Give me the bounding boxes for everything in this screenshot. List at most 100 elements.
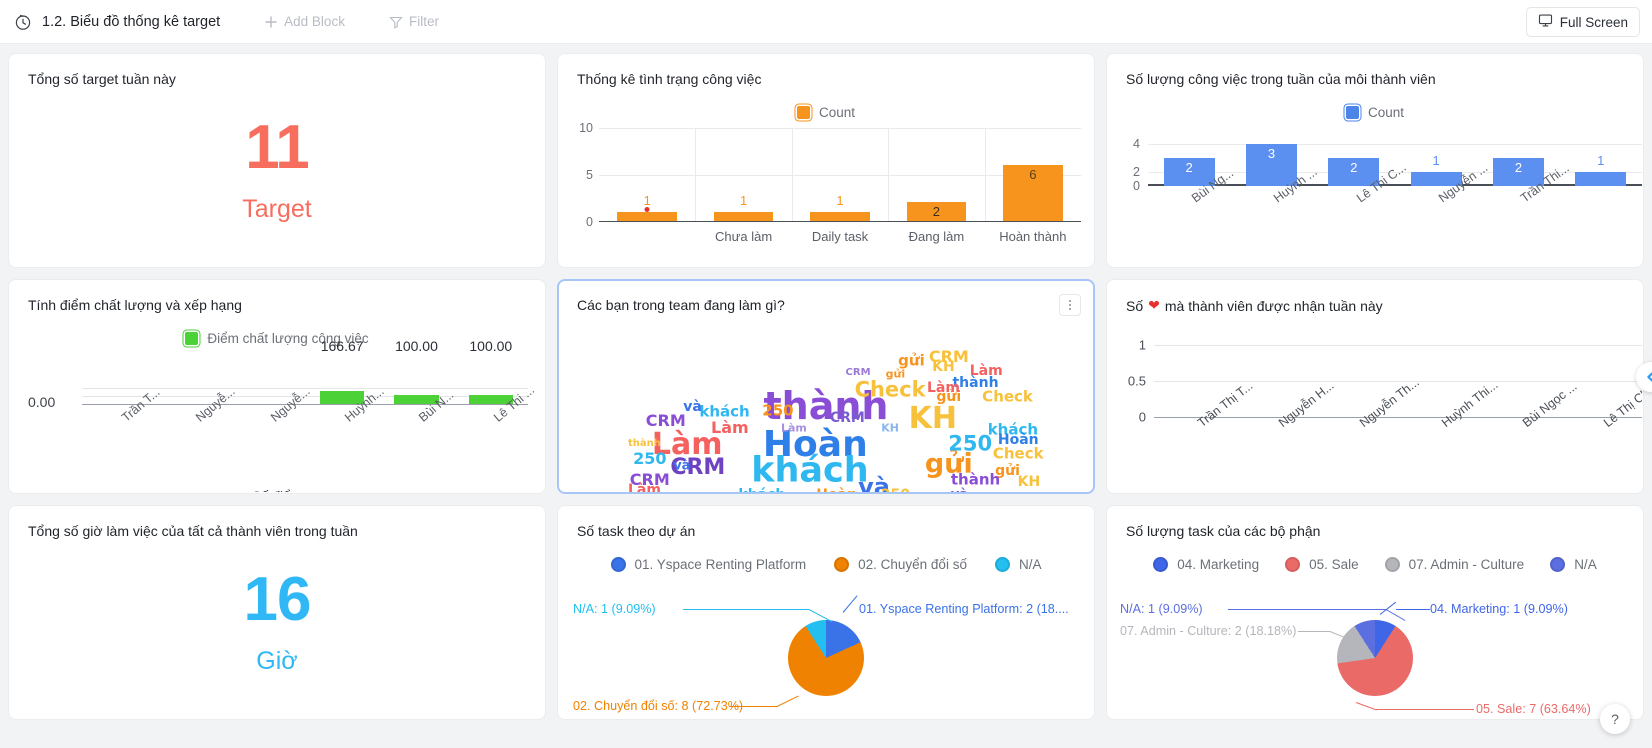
legend-item-dept-2[interactable]: 07. Admin - Culture [1384, 557, 1524, 572]
bar-chart-member-tasks: 0 2 4 2 3 2 1 2 1 Bùi Ng... Huỳnh ... Lê… [1108, 126, 1642, 266]
word-cloud-word-small[interactable]: gửi [886, 369, 905, 380]
word-cloud-word-small[interactable]: Làm [927, 381, 960, 395]
help-button[interactable]: ? [1600, 704, 1630, 734]
word-cloud-word-small[interactable]: 250 [762, 403, 793, 418]
word-cloud-word[interactable]: khách [751, 453, 868, 489]
pie-slices[interactable] [788, 620, 864, 696]
word-cloud-word[interactable]: Check [855, 379, 926, 400]
word-cloud-word-small[interactable]: thành [628, 438, 661, 449]
bar[interactable]: 2 [906, 202, 967, 221]
card-dept-tasks[interactable]: Số lượng task của các bộ phận 04. Market… [1107, 506, 1643, 719]
legend-item-dept-1[interactable]: 05. Sale [1285, 557, 1359, 572]
bar-column[interactable]: 2 [888, 128, 984, 221]
bar[interactable]: 1 [1575, 153, 1627, 186]
x-labels-member-tasks: Bùi Ng... Huỳnh ... Lê Thị C... Nguyễn .… [1148, 160, 1642, 266]
legend-dept-tasks: 04. Marketing 05. Sale 07. Admin - Cultu… [1108, 545, 1642, 572]
y-tick-2: 4 [1133, 137, 1140, 151]
bar-value: 100.00 [469, 338, 513, 354]
card-quality-score[interactable]: Tính điểm chất lượng và xếp hạng Điểm ch… [9, 280, 545, 493]
y-axis-task-status: 0 5 10 [559, 121, 599, 229]
x-label: Daily task [811, 229, 869, 244]
y-tick-0: 0.00 [28, 394, 56, 410]
x-labels-hearts: Trần Thị T... Nguyễn H... Nguyễn Th... H… [1154, 375, 1642, 491]
bar[interactable]: 1 [713, 193, 774, 221]
legend-item-project-2[interactable]: N/A [994, 557, 1041, 572]
bar-column[interactable]: 6 [985, 128, 1081, 221]
leader-line [729, 706, 777, 707]
legend-item-count[interactable]: Count [796, 105, 856, 120]
word-cloud-word[interactable]: KH [909, 404, 957, 434]
card-word-cloud[interactable]: Các bạn trong team đang làm gì? thành Ho… [558, 280, 1094, 493]
x-label-slot: Lê Thị C... [1313, 160, 1409, 266]
word-cloud-word-small[interactable]: Làm [970, 364, 1003, 378]
card-menu-button[interactable] [1059, 294, 1081, 316]
add-block-button[interactable]: Add Block [264, 14, 345, 29]
word-cloud-word-small[interactable]: thành [951, 472, 1000, 487]
y-tick-0: 0 [1138, 409, 1146, 425]
x-label-slot: Nguyễ... [231, 384, 313, 482]
hours-value: 16 [243, 565, 312, 634]
card-hearts[interactable]: Số ❤ mà thành viên được nhận tuần này 1 … [1107, 280, 1643, 493]
card-title-total-target: Tổng số target tuần này [28, 71, 176, 87]
bar-column[interactable]: 1 [792, 128, 888, 221]
word-cloud-word-small[interactable]: Hoàn [998, 433, 1039, 447]
card-total-hours[interactable]: Tổng số giờ làm việc của tất cả thành vi… [9, 506, 545, 719]
card-task-status[interactable]: Thống kê tình trạng công việc Count 0 5 … [558, 54, 1094, 267]
legend-member-tasks: Count [1108, 93, 1642, 120]
legend-item-dept-0[interactable]: 04. Marketing [1153, 557, 1259, 572]
word-cloud-word-small[interactable]: Hoàn [816, 488, 857, 492]
word-cloud-word-small[interactable]: Làm [711, 419, 749, 436]
legend-label: 04. Marketing [1177, 557, 1260, 572]
legend-label: 02. Chuyển đổi số [858, 557, 967, 572]
bar[interactable]: 1 [810, 193, 870, 221]
word-cloud-word-small[interactable]: và [951, 489, 968, 492]
bar[interactable]: 6 [1002, 165, 1063, 221]
word-cloud-word-small[interactable]: 250 [881, 488, 910, 492]
legend-swatch [1153, 557, 1169, 572]
leader-line [1355, 702, 1377, 711]
card-total-target[interactable]: Tổng số target tuần này 11 Target [9, 54, 545, 267]
y-tick-1: 0.5 [1127, 373, 1146, 389]
bar-value: 100.00 [395, 338, 438, 354]
word-cloud-word-small[interactable]: gửi [898, 353, 925, 368]
full-screen-button[interactable]: Full Screen [1525, 7, 1640, 37]
legend-item-project-1[interactable]: 02. Chuyển đổi số [834, 557, 967, 572]
card-member-tasks[interactable]: Số lượng công việc trong tuần của môi th… [1107, 54, 1643, 267]
word-cloud-word-small[interactable]: KH [932, 360, 955, 374]
bar-column[interactable]: 1 [1560, 130, 1642, 186]
bar-column[interactable]: 1 [599, 128, 695, 221]
pie-callout-marketing: 04. Marketing: 1 (9.09%) [1430, 602, 1568, 616]
bar[interactable]: 1 [617, 193, 678, 221]
word-cloud-word-small[interactable]: khách [699, 404, 749, 420]
word-cloud-word-small[interactable]: khách [738, 488, 785, 492]
legend-item-project-0[interactable]: 01. Yspace Renting Platform [610, 557, 806, 572]
x-label-slot: Bùi Ng... [1148, 166, 1236, 266]
bar-chart-hearts: 1 0.5 0 Trần Thị T... Nguyễn H... Nguyễn… [1108, 321, 1642, 492]
y-tick-1: 2 [1133, 165, 1140, 179]
word-cloud-word-small[interactable]: Làm [628, 483, 661, 492]
word-cloud-word-small[interactable]: Check [993, 446, 1044, 461]
word-cloud-word-small[interactable]: KH [1018, 475, 1041, 489]
word-cloud-word-small[interactable]: Check [982, 389, 1033, 404]
legend-item-dept-3[interactable]: N/A [1550, 557, 1597, 572]
word-cloud-word-small[interactable]: và [673, 460, 690, 473]
target-metric: 11 Target [10, 87, 544, 260]
word-cloud-word-small[interactable]: CRM [830, 411, 865, 425]
pie-slices[interactable] [1337, 620, 1413, 696]
chart-quality-score: Điểm chất lượng công việc 0.00 166.67 10… [10, 319, 544, 492]
legend-swatch [1285, 557, 1301, 572]
legend-label: Count [818, 105, 856, 120]
word-cloud-word-small[interactable]: Làm [781, 422, 807, 433]
word-cloud-word-small[interactable]: CRM [846, 367, 871, 378]
legend-item-count[interactable]: Count [1345, 105, 1404, 120]
card-project-tasks[interactable]: Số task theo dự án 01. Yspace Renting Pl… [558, 506, 1094, 719]
word-cloud-word-small[interactable]: CRM [646, 413, 686, 429]
bar-value: 1 [1597, 153, 1605, 168]
word-cloud-word-small[interactable]: KH [881, 422, 899, 433]
word-cloud-word[interactable]: 250 [948, 433, 992, 454]
word-cloud-word-small[interactable]: và [683, 400, 702, 414]
word-cloud-word-small[interactable]: 250 [633, 451, 666, 467]
filter-button[interactable]: Filter [389, 14, 439, 29]
x-label [599, 222, 695, 256]
bar-column[interactable]: 1 [695, 128, 791, 221]
